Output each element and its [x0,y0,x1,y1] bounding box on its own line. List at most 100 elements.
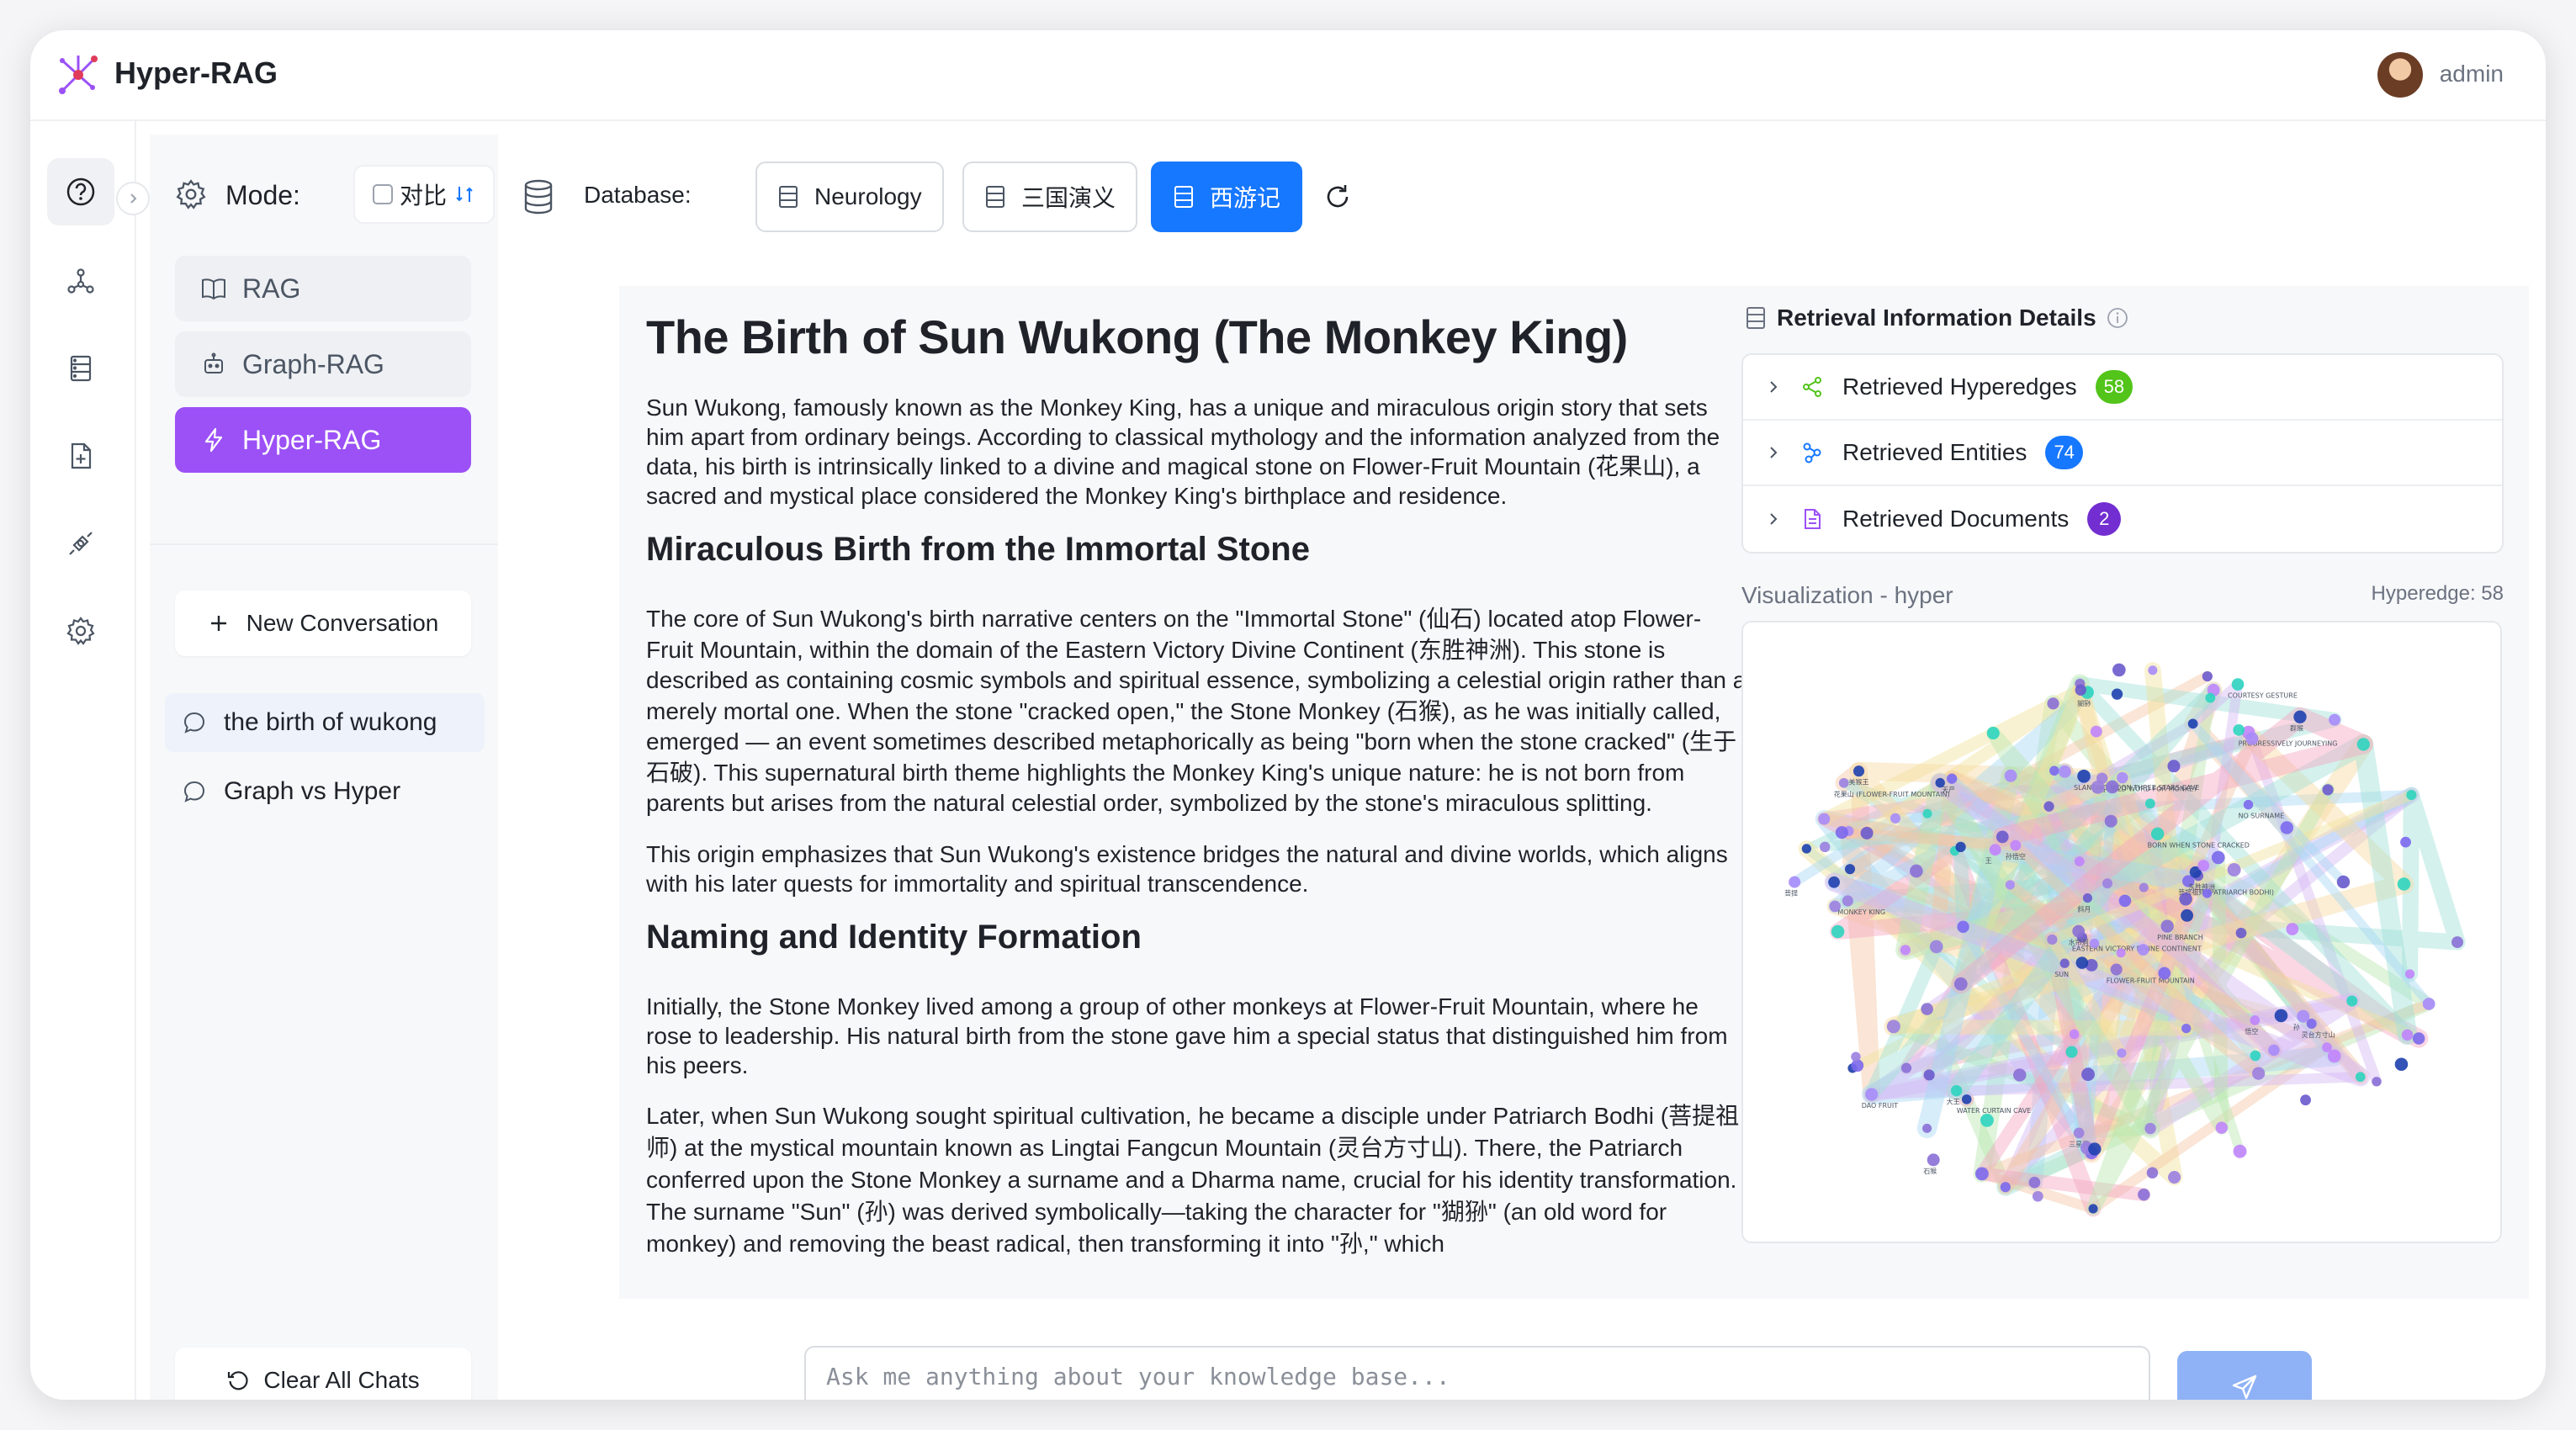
entity-node[interactable] [2205,692,2216,703]
new-conversation-button[interactable]: New Conversation [175,591,471,656]
entity-node[interactable] [1935,777,1945,788]
info-icon[interactable] [2107,307,2128,329]
entity-node[interactable] [2160,919,2174,933]
entity-node[interactable] [2150,827,2165,840]
entity-node[interactable] [2012,1068,2027,1082]
entity-node[interactable] [2137,944,2149,956]
entity-node[interactable] [2329,713,2340,726]
entity-node[interactable] [2322,1042,2332,1052]
entity-node[interactable] [2181,908,2194,922]
entity-node[interactable] [2138,1188,2150,1201]
entity-node[interactable] [2146,1167,2159,1179]
refresh-icon[interactable] [1322,182,1353,212]
entity-node[interactable] [2404,969,2415,979]
entity-node[interactable] [2250,1014,2261,1025]
entity-node[interactable] [2422,998,2436,1010]
entity-node[interactable] [2322,784,2334,796]
entity-node[interactable] [2102,878,2112,889]
entity-node[interactable] [2372,1077,2382,1087]
compare-toggle[interactable]: 对比 [353,165,495,224]
file-add-nav-button[interactable] [47,422,114,490]
database-option-neurology[interactable]: Neurology [755,162,944,232]
hypergraph-canvas[interactable]: FLOWER-FRUIT MOUNTAIN 花果山 (FLOWER-FRUIT M… [1743,622,2502,1243]
entity-node[interactable] [2412,1032,2425,1045]
entity-node[interactable] [2117,1048,2127,1058]
entity-node[interactable] [2401,1029,2414,1041]
entity-node[interactable] [2106,780,2119,794]
entity-node[interactable] [2144,798,2155,809]
entity-node[interactable] [2211,850,2225,865]
entity-node[interactable] [1838,777,1849,788]
graph-nav-button[interactable] [47,247,114,315]
entity-node[interactable] [2406,790,2417,801]
entity-node[interactable] [2280,821,2293,834]
entity-node[interactable] [2032,1190,2043,1202]
entity-node[interactable] [2144,1122,2156,1135]
entity-node[interactable] [2028,1176,2041,1189]
entity-node[interactable] [2231,678,2245,691]
entity-node[interactable] [2075,956,2089,969]
entity-node[interactable] [2202,670,2213,682]
entity-node[interactable] [1927,1153,1940,1167]
database-nav-button[interactable] [47,335,114,402]
entity-node[interactable] [1900,1062,1912,1073]
entity-node[interactable] [2394,1057,2409,1072]
retrieved-entities-row[interactable]: Retrieved Entities 74 [1743,421,2502,486]
entity-node[interactable] [2451,936,2463,949]
entity-node[interactable] [2179,892,2192,906]
entity-node[interactable] [2181,1023,2192,1034]
settings-nav-button[interactable] [47,597,114,665]
entity-node[interactable] [2000,1182,2011,1193]
entity-node[interactable] [1820,841,1831,853]
entity-node[interactable] [1961,1094,1972,1104]
send-button[interactable] [2177,1351,2312,1400]
entity-node[interactable] [2090,725,2102,738]
entity-node[interactable] [2077,770,2091,783]
entity-node[interactable] [2047,934,2058,945]
entity-node[interactable] [2346,995,2358,1007]
entity-node[interactable] [2235,927,2247,939]
rail-expand-button[interactable] [116,182,150,215]
entity-node[interactable] [1835,826,1848,839]
entity-node[interactable] [2250,1050,2261,1062]
entity-node[interactable] [2091,780,2105,794]
entity-node[interactable] [2355,1072,2366,1083]
entity-node[interactable] [2004,769,2017,782]
entity-node[interactable] [2168,1171,2181,1184]
entity-node[interactable] [2293,710,2307,723]
entity-node[interactable] [1844,864,1856,875]
conversation-item[interactable]: Graph vs Hyper [165,762,485,821]
entity-node[interactable] [2058,765,2071,778]
entity-node[interactable] [2104,814,2118,828]
entity-node[interactable] [2397,877,2411,891]
mode-hyper-rag-button[interactable]: Hyper-RAG [175,407,471,473]
entity-node[interactable] [1929,940,1943,954]
entity-node[interactable] [2075,684,2086,696]
entity-node[interactable] [1789,876,1801,888]
entity-node[interactable] [2047,697,2059,710]
entity-node[interactable] [1829,900,1841,913]
api-nav-button[interactable] [47,510,114,577]
entity-node[interactable] [2112,663,2126,677]
mode-graph-rag-button[interactable]: Graph-RAG [175,331,471,397]
entity-node[interactable] [2139,882,2149,892]
entity-node[interactable] [2336,875,2351,889]
entity-node[interactable] [2268,1044,2280,1057]
database-option-xiyouji[interactable]: 西游记 [1151,162,1303,232]
entity-node[interactable] [1828,876,1840,888]
conversation-item[interactable]: the birth of wukong [165,693,485,752]
entity-node[interactable] [2274,1009,2288,1023]
entity-node[interactable] [2005,880,2015,890]
compare-checkbox[interactable] [372,184,393,204]
entity-node[interactable] [2065,1046,2078,1058]
entity-node[interactable] [2215,1121,2228,1134]
entity-node[interactable] [2089,938,2100,949]
entity-node[interactable] [1986,726,2000,740]
entity-node[interactable] [2400,836,2411,848]
entity-node[interactable] [2082,892,2092,903]
entity-node[interactable] [2233,1144,2247,1158]
entity-node[interactable] [2233,724,2245,736]
entity-node[interactable] [2010,839,2022,851]
entity-node[interactable] [2081,1067,2095,1082]
entity-node[interactable] [2069,1029,2080,1040]
